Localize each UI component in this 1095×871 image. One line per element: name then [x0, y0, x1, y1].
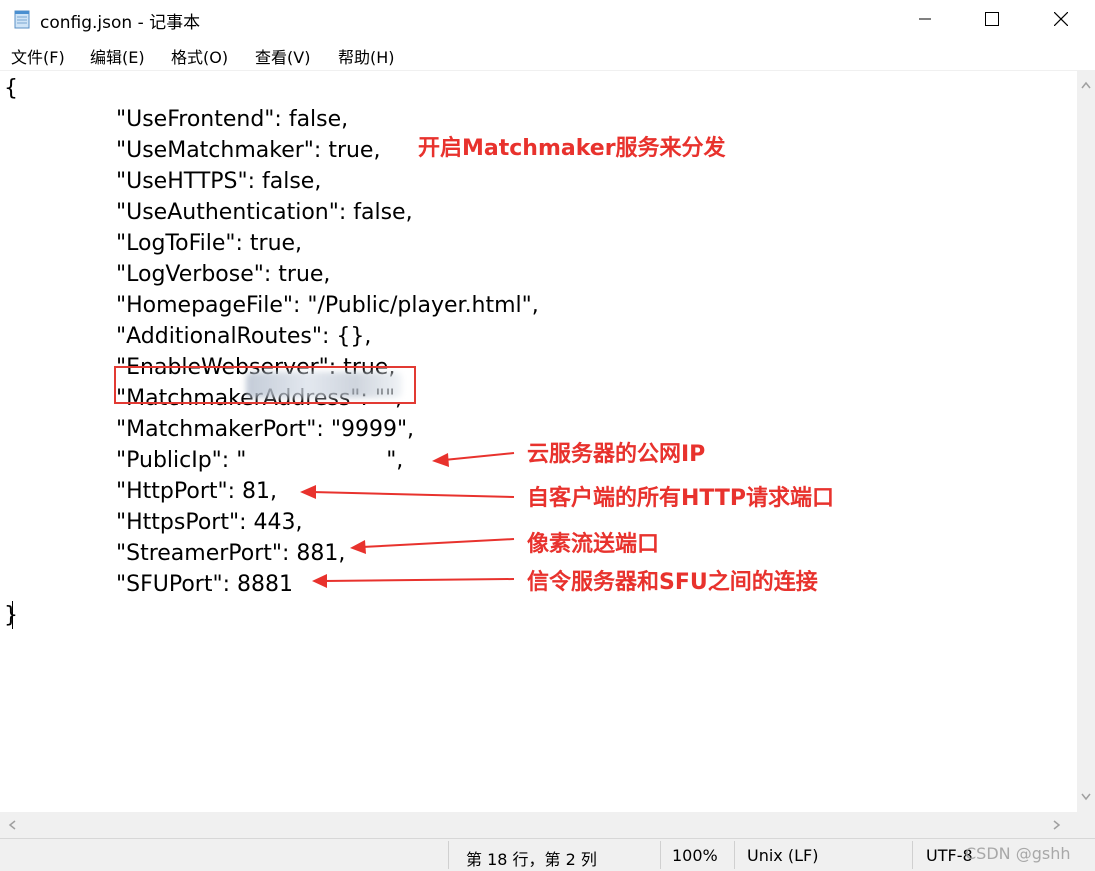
status-line-ending: Unix (LF) [747, 846, 819, 865]
vertical-scrollbar[interactable] [1077, 71, 1095, 812]
scroll-up-icon[interactable] [1081, 81, 1091, 89]
status-separator [448, 841, 449, 869]
annotation-arrows [300, 452, 515, 588]
arrow-streamer-port [350, 538, 515, 554]
arrow-http-port [300, 485, 515, 499]
arrow-public-ip [432, 452, 515, 467]
status-bar: 第 18 行，第 2 列 100% Unix (LF) UTF-8 [0, 838, 1095, 871]
watermark: CSDN @gshh [965, 844, 1071, 863]
status-separator [912, 841, 913, 869]
scroll-down-icon[interactable] [1081, 793, 1091, 801]
status-zoom: 100% [672, 846, 718, 865]
status-separator [734, 841, 735, 869]
status-cursor-position: 第 18 行，第 2 列 [466, 850, 597, 869]
scroll-left-icon[interactable] [8, 820, 16, 830]
horizontal-scrollbar[interactable] [0, 812, 1077, 838]
scroll-corner [1077, 812, 1095, 838]
status-separator [660, 841, 661, 869]
arrow-sfu-port [312, 574, 515, 588]
scroll-right-icon[interactable] [1053, 820, 1061, 830]
